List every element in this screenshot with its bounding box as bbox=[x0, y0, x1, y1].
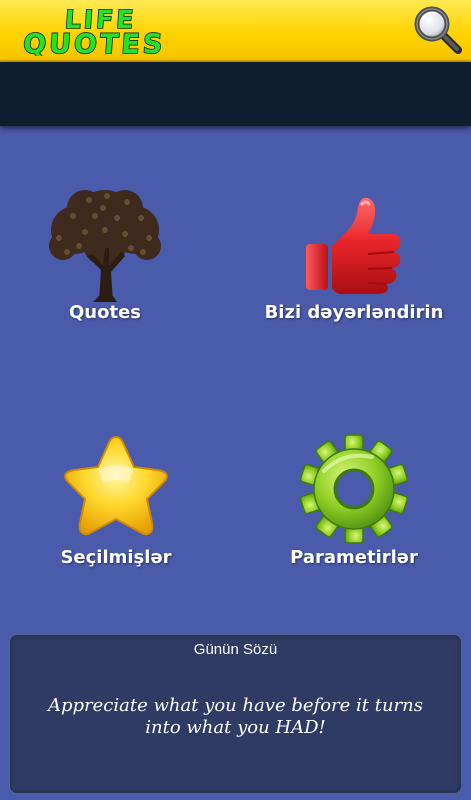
app-bar: LIFE QUOTES bbox=[0, 0, 471, 62]
thumbs-up-icon bbox=[306, 197, 401, 294]
favorites-tile[interactable]: Seçilmişlər bbox=[6, 425, 226, 585]
quotes-tile[interactable]: Quotes bbox=[0, 180, 215, 340]
quote-of-the-day-text: Appreciate what you have before it turns… bbox=[48, 695, 423, 738]
app-logo: LIFE QUOTES bbox=[22, 4, 252, 56]
tree-icon bbox=[49, 190, 161, 302]
magnifier-icon bbox=[414, 6, 462, 54]
settings-label: Parametirlər bbox=[290, 547, 418, 568]
settings-tile[interactable]: Parametirlər bbox=[244, 425, 464, 585]
logo-line-quotes: QUOTES bbox=[22, 29, 166, 56]
search-button[interactable] bbox=[411, 3, 465, 57]
quote-of-the-day-title: Günün Sözü bbox=[193, 641, 278, 658]
favorites-label: Seçilmişlər bbox=[60, 547, 172, 568]
toolbar-band bbox=[0, 62, 471, 126]
rate-us-label: Bizi dəyərləndirin bbox=[264, 302, 444, 323]
star-icon bbox=[64, 435, 168, 536]
rate-us-tile[interactable]: Bizi dəyərləndirin bbox=[244, 180, 464, 340]
quote-of-the-day-panel[interactable]: Günün Sözü Appreciate what you have befo… bbox=[9, 634, 462, 794]
gear-icon bbox=[299, 434, 409, 544]
quotes-label: Quotes bbox=[68, 302, 141, 323]
